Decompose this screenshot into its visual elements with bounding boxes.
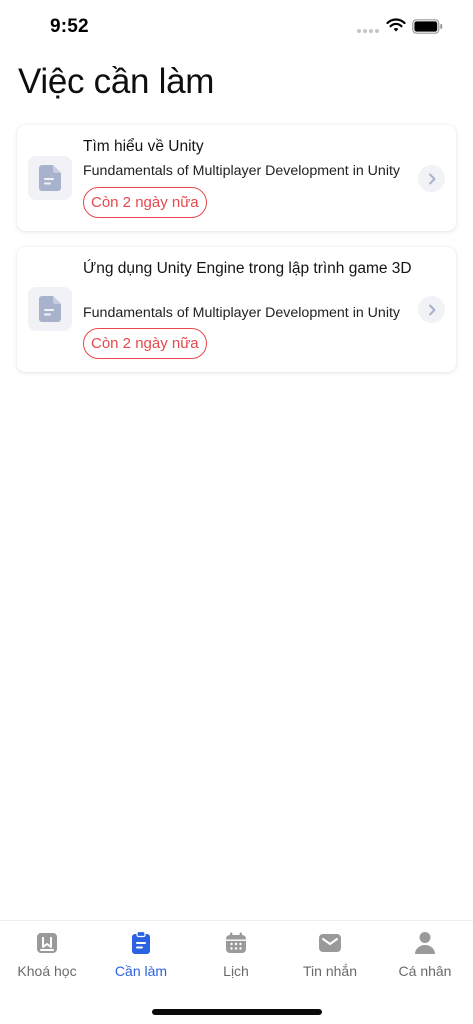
tab-label: Khoá học bbox=[17, 963, 77, 979]
home-indicator bbox=[152, 1009, 322, 1015]
person-icon bbox=[414, 929, 436, 957]
book-icon bbox=[36, 929, 58, 957]
cellular-signal-icon bbox=[357, 29, 379, 33]
tab-label: Tin nhắn bbox=[303, 963, 357, 979]
battery-icon bbox=[412, 19, 443, 34]
task-card[interactable]: Ứng dụng Unity Engine trong lập trình ga… bbox=[17, 247, 456, 372]
tab-messages[interactable]: Tin nhắn bbox=[283, 929, 377, 989]
course-name: Fundamentals of Multiplayer Development … bbox=[83, 305, 401, 321]
page-title: Việc cần làm bbox=[18, 62, 215, 101]
tab-label: Cá nhân bbox=[398, 963, 452, 979]
chevron-right-icon[interactable] bbox=[418, 165, 445, 192]
document-icon bbox=[28, 156, 72, 200]
document-icon bbox=[28, 287, 72, 331]
tab-label: Lịch bbox=[223, 963, 249, 979]
mail-icon bbox=[318, 929, 342, 957]
tab-calendar[interactable]: Lịch bbox=[189, 929, 283, 989]
deadline-badge: Còn 2 ngày nữa bbox=[83, 187, 207, 218]
status-bar: 9:52 bbox=[0, 0, 473, 54]
status-time: 9:52 bbox=[50, 16, 89, 37]
tab-profile[interactable]: Cá nhân bbox=[378, 929, 472, 989]
chevron-right-icon[interactable] bbox=[418, 296, 445, 323]
task-title: Tìm hiểu về Unity bbox=[83, 138, 204, 155]
calendar-icon bbox=[225, 929, 247, 957]
tab-todo[interactable]: Cần làm bbox=[94, 929, 188, 989]
task-card[interactable]: Tìm hiểu về Unity Fundamentals of Multip… bbox=[17, 125, 456, 231]
clipboard-icon bbox=[131, 929, 151, 957]
wifi-icon bbox=[386, 18, 406, 32]
tab-courses[interactable]: Khoá học bbox=[0, 929, 94, 989]
deadline-badge: Còn 2 ngày nữa bbox=[83, 328, 207, 359]
tab-label: Cần làm bbox=[114, 963, 168, 979]
task-title: Ứng dụng Unity Engine trong lập trình ga… bbox=[83, 260, 412, 277]
course-name: Fundamentals of Multiplayer Development … bbox=[83, 163, 401, 179]
